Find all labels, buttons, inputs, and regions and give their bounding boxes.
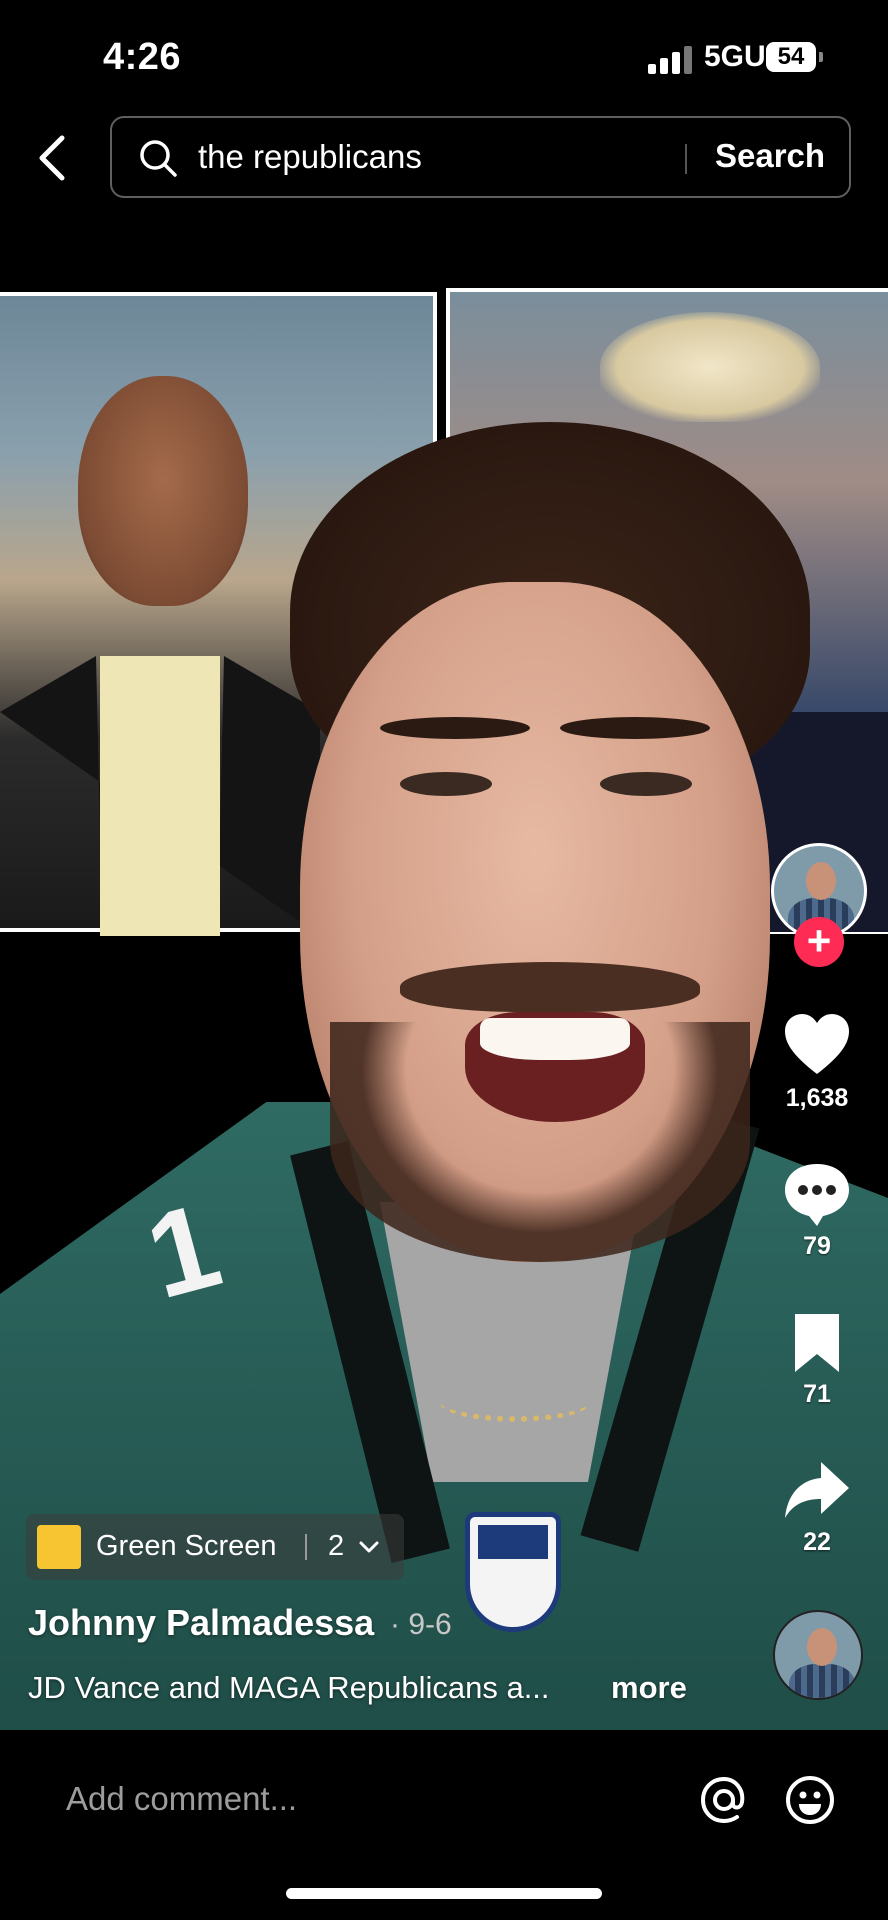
effect-tag[interactable]: Green Screen 2 xyxy=(26,1514,404,1580)
status-time: 4:26 xyxy=(103,36,182,78)
heart-icon[interactable] xyxy=(781,1010,853,1082)
at-icon[interactable] xyxy=(698,1774,750,1826)
follow-button[interactable]: + xyxy=(794,917,844,967)
effect-label: Green Screen xyxy=(96,1530,277,1562)
comment-bubble-icon[interactable] xyxy=(781,1158,853,1230)
search-divider xyxy=(685,144,687,174)
search-input[interactable]: the republicans xyxy=(198,138,422,176)
battery-tip xyxy=(819,52,823,62)
chevron-down-icon xyxy=(359,1541,379,1553)
share-count: 22 xyxy=(803,1528,831,1556)
post-date: · 9-6 xyxy=(390,1608,452,1641)
effect-count: 2 xyxy=(328,1530,345,1562)
chevron-left-icon xyxy=(39,135,65,181)
sound-avatar[interactable] xyxy=(773,1610,863,1700)
share-arrow-icon[interactable] xyxy=(781,1454,853,1526)
signal-icon xyxy=(648,44,694,74)
comment-count: 79 xyxy=(803,1232,831,1260)
status-bar: 4:26 5GUC 54 xyxy=(0,0,888,110)
nfl-logo xyxy=(465,1512,561,1632)
caption-more-button[interactable]: more xyxy=(611,1670,687,1706)
save-count: 71 xyxy=(803,1380,831,1408)
creator-chain xyxy=(440,1382,590,1422)
comment-input[interactable]: Add comment... xyxy=(66,1780,297,1818)
back-button[interactable] xyxy=(28,128,80,188)
bookmark-icon[interactable] xyxy=(781,1306,853,1378)
search-button[interactable]: Search xyxy=(715,137,825,175)
author-name[interactable]: Johnny Palmadessa xyxy=(28,1602,374,1644)
search-bar[interactable]: the republicans Search xyxy=(110,116,851,198)
video-player[interactable]: 1 xyxy=(0,282,888,1730)
video-caption[interactable]: JD Vance and MAGA Republicans a... xyxy=(28,1670,550,1706)
search-icon xyxy=(140,140,177,177)
like-count: 1,638 xyxy=(785,1084,849,1112)
home-indicator[interactable] xyxy=(286,1888,602,1899)
battery-icon: 54 xyxy=(766,42,816,72)
emoji-icon[interactable] xyxy=(784,1774,836,1826)
green-screen-icon xyxy=(37,1525,81,1569)
comment-bar: Add comment... xyxy=(0,1730,888,1920)
